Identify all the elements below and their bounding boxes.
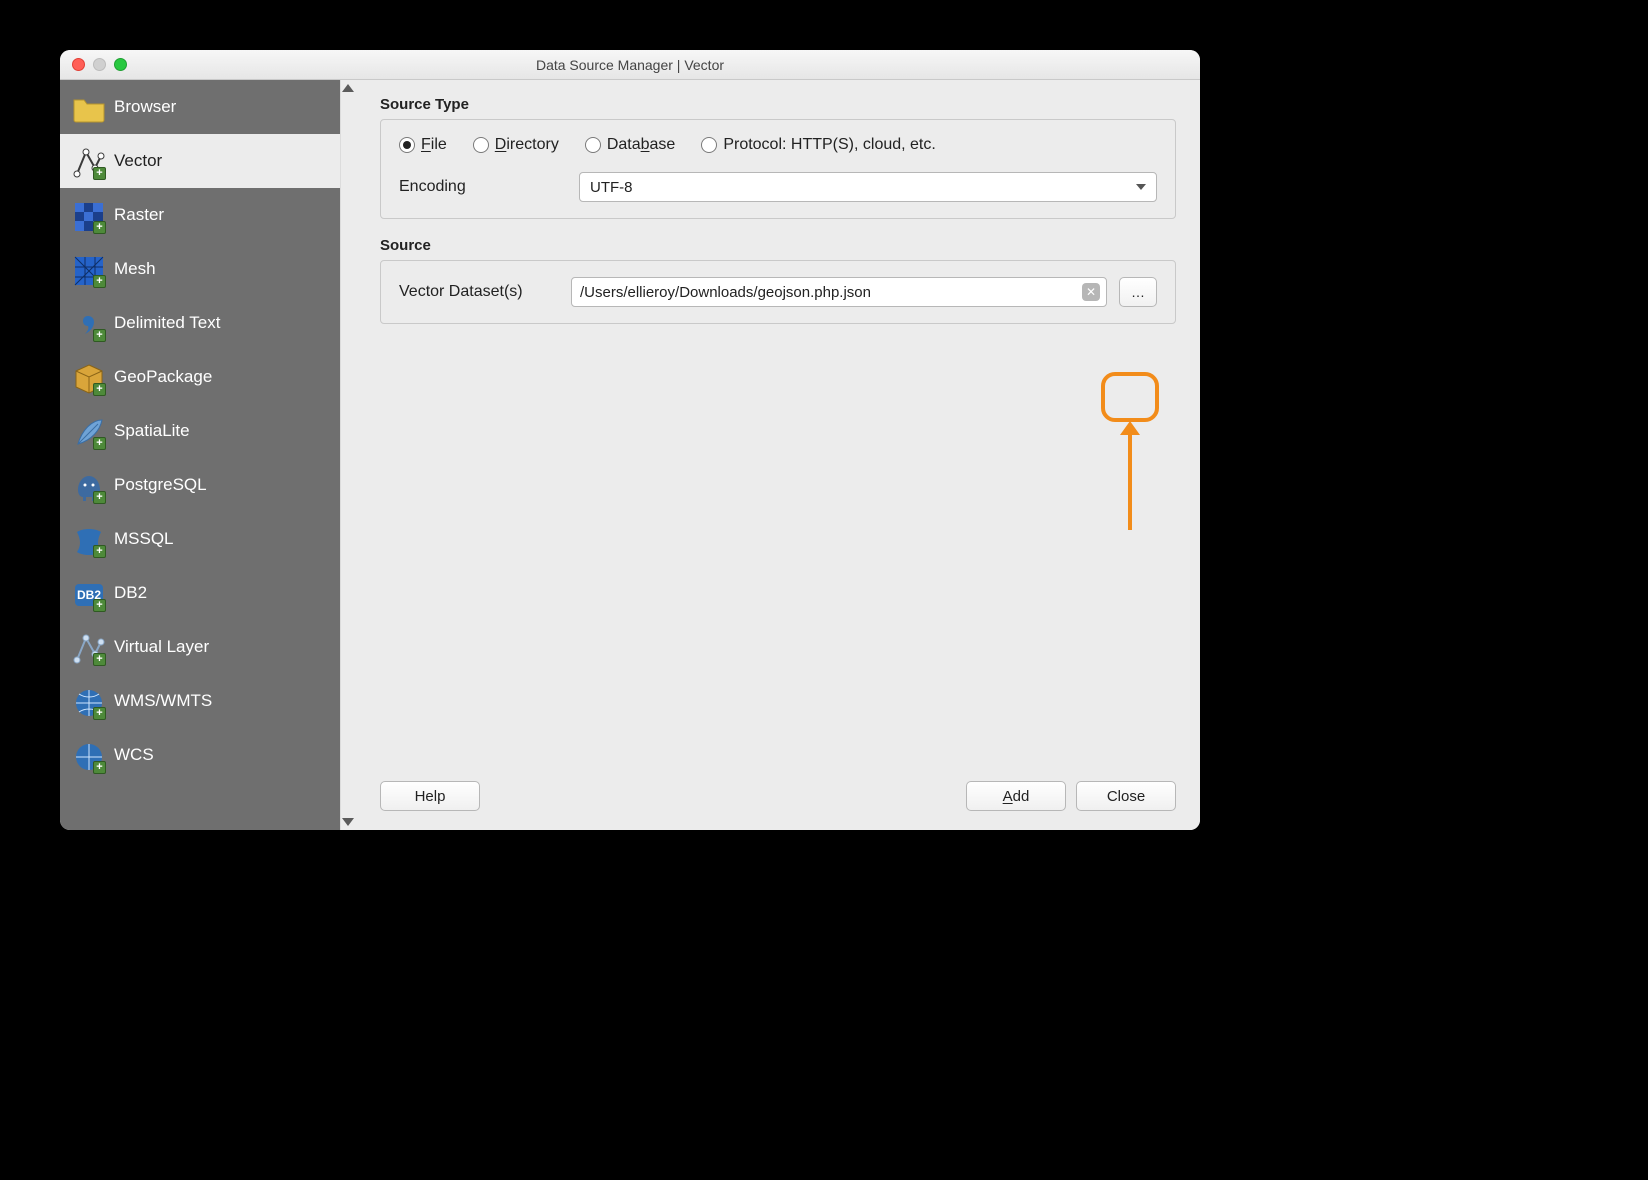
vector-dataset-path: /Users/ellieroy/Downloads/geojson.php.js… <box>580 284 1076 301</box>
vector-dataset-row: Vector Dataset(s) /Users/ellieroy/Downlo… <box>399 277 1157 307</box>
sidebar-item-label: Mesh <box>114 259 156 279</box>
radio-label: File <box>421 136 447 154</box>
source-type-heading: Source Type <box>380 96 1176 113</box>
encoding-label: Encoding <box>399 178 559 196</box>
help-button-label: Help <box>415 788 446 805</box>
sidebar-item-label: SpatiaLite <box>114 421 190 441</box>
sidebar-item-db2[interactable]: DB2+DB2 <box>60 566 340 620</box>
sidebar-item-label: Raster <box>114 205 164 225</box>
window-title: Data Source Manager | Vector <box>60 57 1200 73</box>
chevron-down-icon <box>1136 184 1146 190</box>
sidebar-item-label: Delimited Text <box>114 313 220 333</box>
plus-badge-icon: + <box>93 653 106 666</box>
sidebar-item-label: Virtual Layer <box>114 637 209 657</box>
radio-icon <box>399 137 415 153</box>
sidebar-item-label: Browser <box>114 97 176 117</box>
content-area: Source Type File Directory Database Protoco… <box>356 80 1200 774</box>
radio-label: Database <box>607 136 676 154</box>
help-button[interactable]: Help <box>380 781 480 811</box>
source-type-group: File Directory Database Protocol: HTTP(S), … <box>380 119 1176 219</box>
encoding-row: Encoding UTF-8 <box>399 172 1157 202</box>
radio-icon <box>585 137 601 153</box>
radio-label: Directory <box>495 136 559 154</box>
plus-badge-icon: + <box>93 599 106 612</box>
sidebar-item-label: WMS/WMTS <box>114 691 212 711</box>
sidebar-item-label: GeoPackage <box>114 367 212 387</box>
sidebar-item-virtual-layer[interactable]: + Virtual Layer <box>60 620 340 674</box>
close-button[interactable]: Close <box>1076 781 1176 811</box>
dialog-footer: Help Add Close <box>356 774 1200 830</box>
scroll-down-icon[interactable] <box>342 818 354 826</box>
sidebar-item-label: MSSQL <box>114 529 174 549</box>
titlebar: Data Source Manager | Vector <box>60 50 1200 80</box>
radio-icon <box>473 137 489 153</box>
plus-badge-icon: + <box>93 167 106 180</box>
plus-badge-icon: + <box>93 545 106 558</box>
sidebar: Browser + Vector + Raster + Mesh + Delimited Tex… <box>60 80 340 830</box>
sidebar-item-wms-wmts[interactable]: + WMS/WMTS <box>60 674 340 728</box>
source-type-radio-file[interactable]: File <box>399 136 447 154</box>
plus-badge-icon: + <box>93 329 106 342</box>
plus-badge-icon: + <box>93 275 106 288</box>
add-button[interactable]: Add <box>966 781 1066 811</box>
close-button-label: Close <box>1107 788 1145 805</box>
vector-dataset-input[interactable]: /Users/ellieroy/Downloads/geojson.php.js… <box>571 277 1107 307</box>
plus-badge-icon: + <box>93 491 106 504</box>
plus-badge-icon: + <box>93 221 106 234</box>
encoding-select[interactable]: UTF-8 <box>579 172 1157 202</box>
sidebar-item-mesh[interactable]: + Mesh <box>60 242 340 296</box>
clear-input-icon[interactable]: ✕ <box>1082 283 1100 301</box>
sidebar-item-label: WCS <box>114 745 154 765</box>
plus-badge-icon: + <box>93 761 106 774</box>
sidebar-item-geopackage[interactable]: + GeoPackage <box>60 350 340 404</box>
radio-label: Protocol: HTTP(S), cloud, etc. <box>723 136 936 154</box>
sidebar-item-delimited-text[interactable]: + Delimited Text <box>60 296 340 350</box>
browse-button[interactable]: … <box>1119 277 1157 307</box>
sidebar-item-wcs[interactable]: + WCS <box>60 728 340 782</box>
source-group: Vector Dataset(s) /Users/ellieroy/Downlo… <box>380 260 1176 324</box>
encoding-value: UTF-8 <box>590 179 633 196</box>
sidebar-item-label: Vector <box>114 151 162 171</box>
scroll-up-icon[interactable] <box>342 84 354 92</box>
plus-badge-icon: + <box>93 383 106 396</box>
source-type-radio-database[interactable]: Database <box>585 136 676 154</box>
sidebar-item-browser[interactable]: Browser <box>60 80 340 134</box>
source-type-radio-protocol[interactable]: Protocol: HTTP(S), cloud, etc. <box>701 136 936 154</box>
folder-icon <box>70 90 108 128</box>
browse-button-label: … <box>1131 284 1145 300</box>
radio-icon <box>701 137 717 153</box>
sidebar-item-label: PostgreSQL <box>114 475 207 495</box>
source-type-radio-directory[interactable]: Directory <box>473 136 559 154</box>
vector-dataset-label: Vector Dataset(s) <box>399 283 559 301</box>
sidebar-item-mssql[interactable]: + MSSQL <box>60 512 340 566</box>
plus-badge-icon: + <box>93 707 106 720</box>
sidebar-item-label: DB2 <box>114 583 147 603</box>
sidebar-scrollbar[interactable] <box>340 80 356 830</box>
main-panel: Source Type File Directory Database Protoco… <box>356 80 1200 830</box>
dialog-body: Browser + Vector + Raster + Mesh + Delimited Tex… <box>60 80 1200 830</box>
source-type-radio-row: File Directory Database Protocol: HTTP(S), … <box>399 136 1157 154</box>
add-button-label: Add <box>1003 788 1030 805</box>
sidebar-item-vector[interactable]: + Vector <box>60 134 340 188</box>
data-source-manager-window: Data Source Manager | Vector Browser + Vec… <box>60 50 1200 830</box>
sidebar-item-spatialite[interactable]: + SpatiaLite <box>60 404 340 458</box>
source-heading: Source <box>380 237 1176 254</box>
sidebar-item-raster[interactable]: + Raster <box>60 188 340 242</box>
sidebar-item-postgresql[interactable]: + PostgreSQL <box>60 458 340 512</box>
plus-badge-icon: + <box>93 437 106 450</box>
